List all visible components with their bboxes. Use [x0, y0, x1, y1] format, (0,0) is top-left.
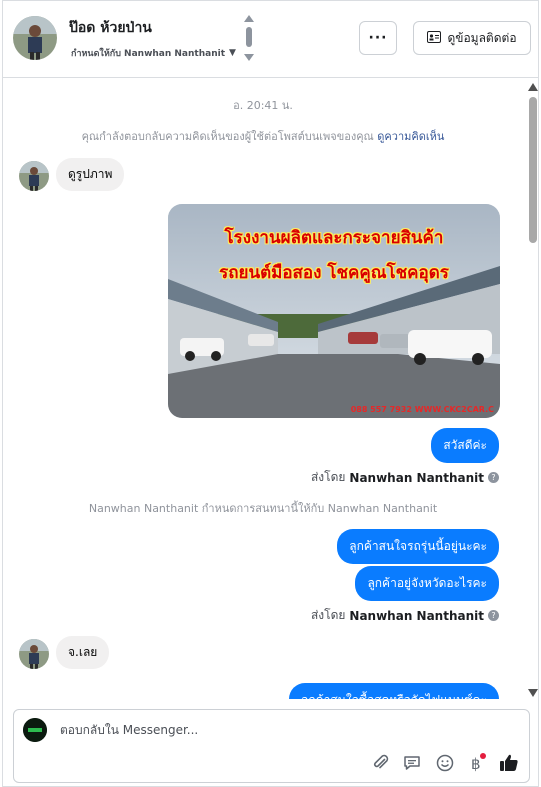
conversation-header: ป๊อด ห้วยป่าน กำหนดให้กับ Nanwhan Nantha… [3, 1, 538, 78]
message-list[interactable]: อ. 20:41 น. คุณกำลังตอบกลับความคิดเห็นขอ… [3, 79, 538, 699]
help-icon[interactable]: ? [488, 472, 499, 483]
message-timestamp: อ. 20:41 น. [233, 99, 293, 112]
thumbs-up-icon[interactable] [498, 752, 520, 774]
view-comment-link[interactable]: ดูความคิดเห็น [377, 130, 444, 143]
conversation-panel: ป๊อด ห้วยป่าน กำหนดให้กับ Nanwhan Nantha… [2, 0, 539, 787]
outgoing-message[interactable]: ลูกค้าอยู่จังหวัดอะไรคะ [355, 566, 499, 601]
help-icon[interactable]: ? [488, 610, 499, 621]
customer-avatar-small[interactable] [19, 161, 49, 191]
view-contact-label: ดูข้อมูลติดต่อ [447, 30, 517, 45]
sent-by-prefix: ส่งโดย [310, 470, 346, 484]
assigned-to-label: กำหนดให้กับ Nanwhan Nanthanit [71, 49, 225, 59]
notice-text: คุณกำลังตอบกลับความคิดเห็นของผู้ใช้ต่อโพ… [81, 130, 378, 143]
emoji-icon[interactable] [434, 752, 456, 774]
photo-subheadline: รถยนต์มือสอง โชคคูณโชคอุดร [219, 263, 449, 283]
reply-input[interactable] [60, 720, 500, 740]
sent-by-line: ส่งโดย Nanwhan Nanthanit ? [311, 606, 499, 625]
baht-payment-icon[interactable]: ฿ [466, 752, 488, 774]
customer-name[interactable]: ป๊อด ห้วยป่าน [69, 17, 152, 39]
sent-by-line: ส่งโดย Nanwhan Nanthanit ? [311, 468, 499, 487]
system-assignment-message: Nanwhan Nanthanit กำหนดการสนทนานี้ให้กับ… [88, 502, 438, 515]
photo-headline: โรงงานผลิตและกระจายสินค้า [224, 228, 444, 248]
reply-composer: ฿ [13, 709, 530, 783]
caret-down-icon: ▼ [229, 48, 236, 58]
customer-avatar[interactable] [13, 16, 57, 60]
outgoing-message[interactable]: ลูกค้าสนใจซื้อสดหรือจัดไฟแนนซ์คะ [289, 683, 499, 699]
attachment-icon[interactable] [370, 752, 392, 774]
sent-by-name[interactable]: Nanwhan Nanthanit [349, 471, 484, 485]
outgoing-message[interactable]: สวัสดีค่ะ [431, 428, 499, 463]
reply-context-notice: คุณกำลังตอบกลับความคิดเห็นของผู้ใช้ต่อโพ… [3, 127, 523, 145]
customer-avatar-small[interactable] [19, 639, 49, 669]
contact-card-icon [427, 30, 442, 46]
sent-by-name[interactable]: Nanwhan Nanthanit [349, 609, 484, 623]
view-contact-button[interactable]: ดูข้อมูลติดต่อ [413, 21, 531, 55]
svg-text:฿: ฿ [471, 755, 481, 773]
more-options-button[interactable]: ··· [359, 21, 397, 55]
page-avatar [23, 718, 47, 742]
photo-caption: 088 557 7932 WWW.CKC2CAR.C [350, 405, 494, 414]
sent-by-prefix: ส่งโดย [310, 608, 346, 622]
shared-photo[interactable]: โรงงานผลิตและกระจายสินค้า รถยนต์มือสอง โ… [168, 204, 500, 418]
assign-dropdown[interactable]: กำหนดให้กับ Nanwhan Nanthanit ▼ [71, 46, 236, 60]
message-list-scrollbar[interactable] [527, 81, 539, 699]
header-scroller[interactable] [243, 15, 255, 61]
incoming-message[interactable]: จ.เลย [56, 636, 110, 669]
outgoing-message[interactable]: ลูกค้าสนใจรถรุ่นนี้อยู่นะคะ [337, 529, 499, 564]
incoming-message[interactable]: ดูรูปภาพ [56, 158, 125, 191]
saved-reply-icon[interactable] [401, 752, 423, 774]
